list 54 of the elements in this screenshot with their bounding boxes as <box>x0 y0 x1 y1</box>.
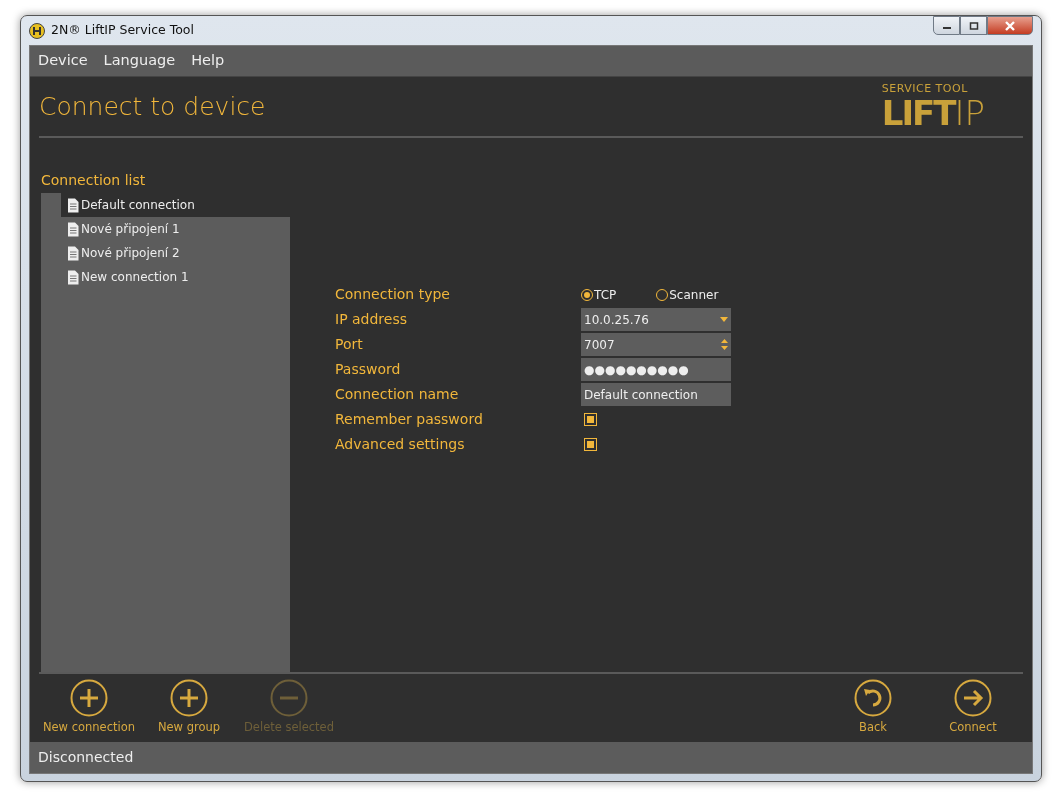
field-label: Connection name <box>335 385 460 404</box>
minus-icon <box>270 679 308 718</box>
minimize-button[interactable] <box>933 16 960 35</box>
plus-icon <box>170 679 208 718</box>
spinner-arrows-icon <box>721 339 728 350</box>
document-icon <box>67 221 79 237</box>
action-button[interactable]: New connection <box>39 679 139 737</box>
plus-icon <box>70 679 108 718</box>
password-field[interactable]: ●●●●●●●●●● <box>581 358 731 381</box>
radio-option[interactable]: Scanner <box>656 285 719 304</box>
document-icon <box>67 245 79 261</box>
item-label: Nové připojení 2 <box>81 245 180 262</box>
arrow-right-icon <box>954 679 992 718</box>
field-label: Port <box>335 335 364 354</box>
app-icon <box>29 22 45 39</box>
undo-icon <box>854 679 892 718</box>
action-button[interactable]: New group <box>139 679 239 737</box>
field-label: IP address <box>335 310 409 329</box>
menu-item[interactable]: Language <box>103 50 176 72</box>
list-item[interactable]: Default connection <box>61 193 290 217</box>
field-label: Remember password <box>335 410 484 429</box>
menu-item[interactable]: Help <box>191 50 225 72</box>
action-button[interactable]: Connect <box>923 679 1023 737</box>
ip-dropdown[interactable]: 10.0.25.76 <box>581 308 731 331</box>
document-icon <box>67 269 79 285</box>
list-label: Connection list <box>41 171 147 190</box>
close-button[interactable] <box>987 16 1033 35</box>
field-label: Advanced settings <box>335 435 466 454</box>
page-title: Connect to device <box>39 90 266 123</box>
item-label: Nové připojení 1 <box>81 221 180 238</box>
radio-option[interactable]: TCP <box>581 285 617 304</box>
logo-text: LIFT <box>881 95 955 130</box>
field-label: Connection type <box>335 285 451 304</box>
list-item[interactable]: Nové připojení 2 <box>61 241 290 265</box>
list-item[interactable]: Nové připojení 1 <box>61 217 290 241</box>
close-icon <box>1004 20 1016 31</box>
item-label: New connection 1 <box>81 269 189 286</box>
action-button[interactable]: Back <box>823 679 923 737</box>
field-label: Password <box>335 360 402 379</box>
port-spinner[interactable]: 7007 <box>581 333 731 356</box>
item-label: Default connection <box>81 197 195 214</box>
dropdown-arrow-icon <box>720 317 728 322</box>
list-item[interactable]: New connection 1 <box>61 265 290 289</box>
status-bar: Disconnected <box>30 742 1032 773</box>
checkbox[interactable] <box>584 438 597 451</box>
maximize-button[interactable] <box>960 16 987 35</box>
window-title: 2N® LiftIP Service Tool <box>51 21 194 40</box>
input-field[interactable]: Default connection <box>581 383 731 406</box>
checkbox[interactable] <box>584 413 597 426</box>
maximize-icon <box>968 21 979 30</box>
logo-text: IP <box>954 95 985 130</box>
logo-caption: SERVICE TOOL <box>881 83 969 96</box>
document-icon <box>67 197 79 213</box>
menu-item[interactable]: Device <box>38 50 88 72</box>
